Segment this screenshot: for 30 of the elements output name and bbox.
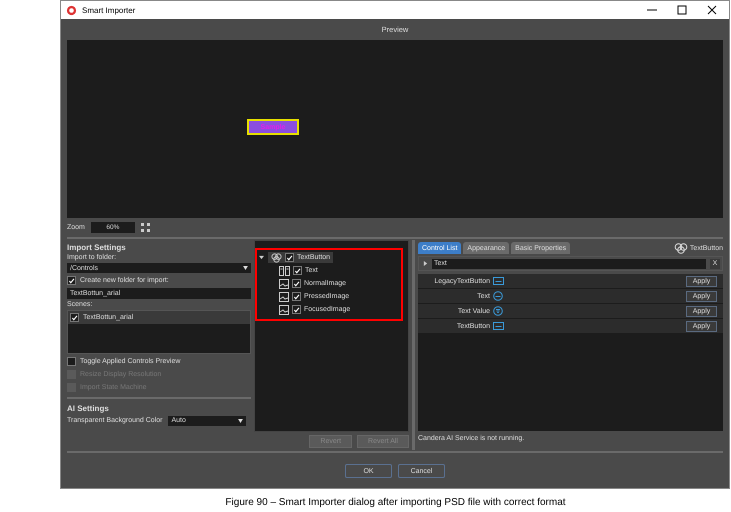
textbox-icon (493, 322, 504, 330)
checkbox[interactable] (292, 305, 301, 314)
fit-icon[interactable] (140, 222, 150, 232)
section-heading: AI Settings (67, 404, 110, 413)
image-layer-icon (279, 304, 289, 314)
maximize-icon[interactable] (677, 5, 687, 15)
checkbox[interactable] (292, 292, 301, 301)
textbox-icon (493, 277, 504, 285)
app-icon (66, 4, 77, 16)
text-circle-icon (493, 291, 503, 301)
circles-icon (674, 242, 688, 254)
expand-icon[interactable] (423, 261, 428, 266)
checkbox[interactable] (67, 276, 76, 285)
close-icon[interactable] (707, 5, 717, 15)
figure-caption: Figure 90 – Smart Importer dialog after importing PSD file with correct format (224, 497, 567, 508)
expand-icon[interactable] (257, 255, 265, 260)
checkbox[interactable] (293, 266, 302, 275)
window-title: Smart Importer (82, 6, 136, 14)
filter-icon (493, 306, 503, 316)
checkbox[interactable] (67, 357, 76, 366)
checkbox[interactable] (285, 253, 294, 262)
section-heading: Import Settings (67, 243, 127, 252)
caret-icon (238, 418, 244, 422)
checkbox[interactable] (70, 313, 79, 322)
text-layer-icon (279, 266, 290, 276)
checkbox[interactable] (292, 279, 301, 288)
circles-icon (271, 252, 282, 262)
image-layer-icon (279, 292, 289, 302)
caret-icon (243, 266, 248, 270)
image-layer-icon (279, 278, 289, 288)
